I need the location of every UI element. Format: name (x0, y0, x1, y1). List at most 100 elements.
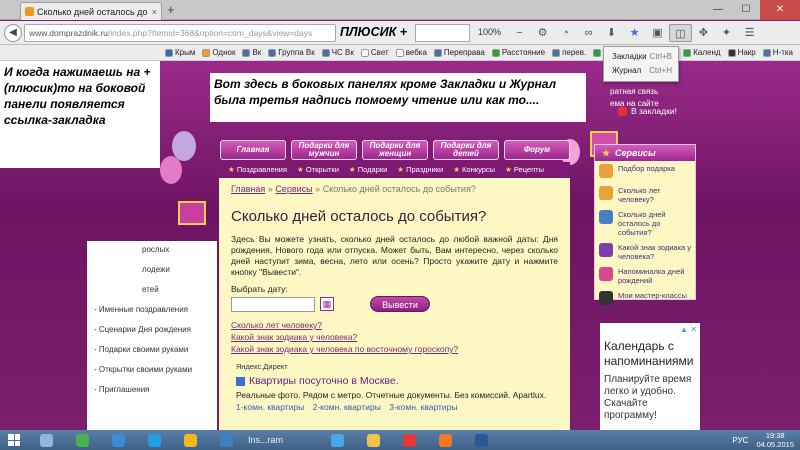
left-menu-item[interactable]: рослых (87, 241, 217, 261)
bookmark-item[interactable]: Группа Вк (268, 48, 315, 57)
service-item[interactable]: Мои мастер-классы (595, 288, 695, 310)
sub-nav-item[interactable]: Конкурсы (453, 165, 495, 174)
breadcrumb-current: Сколько дней осталось до события? (322, 184, 476, 194)
left-menu-item[interactable]: - Приглашения (87, 381, 217, 401)
menu-item-bookmarks[interactable]: Закладки Ctrl+B (604, 50, 678, 64)
bookmark-item[interactable]: Вк (242, 48, 261, 57)
url-bar[interactable]: www.domprazdnik.ru /index.php?Itemid=368… (24, 24, 336, 42)
bookmark-item[interactable]: Однок (202, 48, 235, 57)
add-bookmark-link[interactable]: В закладки! (618, 106, 677, 116)
service-item[interactable]: Какой знак зодиака у человека? (595, 240, 695, 264)
browser-tab[interactable]: Сколько дней осталось до со... × (20, 2, 162, 20)
feedback-link[interactable]: ратная связь (610, 86, 659, 98)
taskbar-folder-button[interactable] (355, 430, 391, 450)
page-title: Сколько дней осталось до события? (231, 208, 487, 225)
move-icon[interactable]: ✥ (692, 24, 715, 42)
taskbar-ie-button[interactable] (319, 430, 355, 450)
main-nav-item[interactable]: Подарки для женщин (362, 140, 428, 160)
bookmark-item[interactable]: Крым (165, 48, 195, 57)
bookmark-favicon-icon (433, 48, 442, 57)
sub-nav-item[interactable]: Открытки (297, 165, 339, 174)
sub-nav-item[interactable]: Поздравления (228, 165, 287, 174)
bookmark-item[interactable]: Календ (683, 48, 721, 57)
maximize-icon[interactable]: ☐ (732, 0, 760, 20)
bookmark-item[interactable]: вебка (395, 48, 427, 57)
date-input[interactable] (231, 296, 315, 312)
breadcrumb-services[interactable]: Сервисы (275, 184, 312, 194)
left-menu-item[interactable]: - Именные поздравления (87, 301, 217, 321)
clock[interactable]: 19:38 04.05.2015 (756, 431, 794, 449)
new-tab-button[interactable]: + (167, 2, 175, 17)
bookmark-item[interactable]: ЧС Вк (321, 48, 354, 57)
sidebar-toggle-icon[interactable]: ◫ (669, 24, 692, 42)
taskbar-explorer-button[interactable] (208, 430, 244, 450)
minimize-icon[interactable]: — (704, 0, 732, 20)
taskbar-firefox-button[interactable] (427, 430, 463, 450)
taskbar-files-button[interactable] (28, 430, 64, 450)
download-icon[interactable]: ⬇ (600, 24, 623, 42)
menu-item-label: Журнал (612, 66, 642, 75)
calendar-icon[interactable]: ▦ (320, 297, 334, 311)
taskbar-chrome-button[interactable] (64, 430, 100, 450)
eastern-zodiac-link[interactable]: Какой знак зодиака у человека по восточн… (231, 344, 558, 354)
main-nav-item[interactable]: Главная (220, 140, 286, 160)
taskbar-yandex-button[interactable] (391, 430, 427, 450)
main-nav-item[interactable]: Форум (504, 140, 570, 160)
sub-nav-item[interactable]: Рецепты (505, 165, 544, 174)
sub-nav-item[interactable]: Подарки (349, 165, 388, 174)
taskbar-word-button[interactable] (463, 430, 499, 450)
left-menu-item[interactable]: - Открытки своими руками (87, 361, 217, 381)
taskbar-skype-button[interactable] (136, 430, 172, 450)
back-button[interactable]: ◀ (4, 24, 22, 42)
submit-button[interactable]: Вывести (370, 296, 430, 312)
taskbar-browser-b-button[interactable] (100, 430, 136, 450)
service-item[interactable]: Подбор подарка (595, 161, 695, 183)
start-button[interactable] (0, 430, 28, 450)
menu-item-history[interactable]: Журнал Ctrl+H (604, 64, 678, 78)
ad-link[interactable]: 1-комн. квартиры (236, 402, 304, 412)
taskbar-window-button[interactable]: Ins...ram (244, 430, 319, 450)
ad-title[interactable]: Квартиры посуточно в Москве. (236, 375, 558, 387)
main-nav-item[interactable]: Подарки для мужчин (291, 140, 357, 160)
language-indicator[interactable]: РУС (732, 436, 748, 445)
service-item[interactable]: Напоминалка дней рождений (595, 264, 695, 288)
left-menu-item[interactable]: етей (87, 281, 217, 301)
puzzle-icon[interactable]: ✦ (715, 24, 738, 42)
left-menu-item[interactable]: лодежи (87, 261, 217, 281)
close-window-icon[interactable]: ✕ (760, 0, 800, 20)
tab-close-icon[interactable]: × (152, 7, 157, 17)
breadcrumb-home[interactable]: Главная (231, 184, 265, 194)
bookmark-item[interactable]: Расстояние (491, 48, 545, 57)
zoom-level[interactable]: 100% (478, 27, 501, 37)
zodiac-link[interactable]: Какой знак зодиака у человека? (231, 332, 558, 342)
left-menu-item[interactable]: - Подарки своими руками (87, 341, 217, 361)
service-item[interactable]: Сколько лет человеку? (595, 183, 695, 207)
bookmark-star-icon[interactable]: ★ (623, 24, 646, 42)
age-link[interactable]: Сколько лет человеку? (231, 320, 558, 330)
search-box[interactable] (415, 24, 470, 42)
bookmark-item[interactable]: Переправа (433, 48, 485, 57)
left-menu-item[interactable]: - Сценарии Дня рождения (87, 321, 217, 341)
ad-link[interactable]: 2-комн. квартиры (313, 402, 381, 412)
bookmark-item[interactable]: Н-тка (762, 48, 793, 57)
bookmark-item[interactable]: Свет (360, 48, 389, 57)
taskbar-zynga-button[interactable] (172, 430, 208, 450)
history-icon[interactable]: ◔ (554, 24, 577, 42)
zoom-out-icon[interactable]: − (508, 24, 531, 42)
side-advertisement[interactable]: ▲ ✕ Календарь с напоминаниями Планируйте… (600, 323, 700, 430)
ad-close-icon[interactable]: ▲ ✕ (680, 325, 697, 334)
services-header: Сервисы (595, 145, 695, 161)
sub-nav-item[interactable]: Праздники (397, 165, 443, 174)
service-item[interactable]: Сколько дней осталось до события? (595, 207, 695, 240)
bookmark-item[interactable]: Накр (727, 48, 756, 57)
main-nav-item[interactable]: Подарки для детей (433, 140, 499, 160)
clipboard-icon[interactable]: ▣ (646, 24, 669, 42)
bookmark-label: Н-тка (772, 48, 793, 57)
menu-icon[interactable]: ☰ (738, 24, 761, 42)
firefox-icon (438, 433, 452, 447)
bookmark-item[interactable]: перев. (552, 48, 586, 57)
system-tray: РУС 19:38 04.05.2015 (732, 430, 794, 450)
ad-link[interactable]: 3-комн. квартиры (389, 402, 457, 412)
settings-icon[interactable]: ⚙ (531, 24, 554, 42)
mask-icon[interactable]: ∞ (577, 24, 600, 42)
